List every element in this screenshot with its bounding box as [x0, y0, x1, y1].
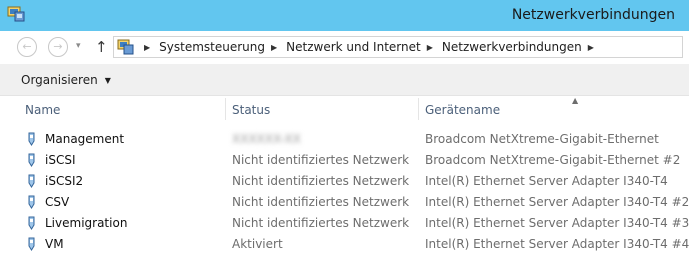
connection-device: Intel(R) Ethernet Server Adapter I340-T4: [425, 174, 668, 188]
sort-ascending-icon: ▲: [572, 96, 579, 105]
column-header-name[interactable]: Name: [25, 96, 60, 122]
connection-status: Aktiviert: [232, 237, 283, 251]
breadcrumb-systemsteuerung[interactable]: Systemsteuerung: [159, 40, 265, 54]
forward-arrow-icon: →: [53, 40, 63, 53]
command-bar: Organisieren ▼: [0, 64, 689, 96]
connection-name: iSCSI2: [45, 174, 84, 188]
chevron-down-icon: ▾: [76, 41, 81, 51]
connection-status: XXXXXX-XX: [232, 132, 301, 146]
connection-name: iSCSI: [45, 153, 76, 167]
list-item[interactable]: CSV Nicht identifiziertes Netzwerk Intel…: [0, 192, 689, 213]
column-header-device[interactable]: Gerätename: [425, 96, 500, 122]
address-bar[interactable]: ▶ Systemsteuerung ▶ Netzwerk und Internet ▶ N…: [113, 36, 683, 58]
back-button[interactable]: ←: [17, 37, 37, 57]
breadcrumb-netzwerkverbindungen[interactable]: Netzwerkverbindungen: [442, 40, 582, 54]
network-connections-icon[interactable]: [7, 6, 25, 22]
connection-name: CSV: [45, 195, 70, 209]
recent-locations-dropdown[interactable]: ▾: [76, 41, 81, 51]
breadcrumb: ▶ Systemsteuerung ▶ Netzwerk und Internet ▶ N…: [138, 37, 603, 57]
connection-device: Intel(R) Ethernet Server Adapter I340-T4…: [425, 195, 689, 209]
connection-status: Nicht identifiziertes Netzwerk: [232, 195, 410, 209]
organize-button[interactable]: Organisieren ▼: [21, 73, 111, 87]
breadcrumb-separator-icon[interactable]: ▶: [427, 38, 433, 58]
chevron-down-icon: ▼: [104, 76, 111, 85]
network-adapter-icon: [28, 216, 35, 230]
connection-device: Broadcom NetXtreme-Gigabit-Ethernet #2: [425, 153, 681, 167]
column-header: Name Status Gerätename ▲: [0, 96, 689, 122]
connection-name: VM: [45, 237, 64, 251]
connection-name: Livemigration: [45, 216, 128, 230]
breadcrumb-separator-icon[interactable]: ▶: [271, 38, 277, 58]
breadcrumb-separator-icon[interactable]: ▶: [588, 38, 594, 58]
connection-name: Management: [45, 132, 125, 146]
navigation-bar: ← → ▾ ↑ ▶ Systemsteuerung ▶ Netzwerk und In…: [0, 31, 689, 64]
forward-button[interactable]: →: [48, 37, 68, 57]
connection-status: Nicht identifiziertes Netzwerk: [232, 216, 410, 230]
connection-device: Intel(R) Ethernet Server Adapter I340-T4…: [425, 237, 689, 251]
list-item[interactable]: iSCSI Nicht identifiziertes Netzwerk Bro…: [0, 150, 689, 171]
column-header-status[interactable]: Status: [232, 96, 270, 122]
list-item[interactable]: Livemigration Nicht identifiziertes Netz…: [0, 213, 689, 234]
up-button[interactable]: ↑: [95, 38, 108, 56]
up-arrow-icon: ↑: [95, 38, 108, 56]
organize-label: Organisieren: [21, 73, 98, 87]
network-adapter-icon: [28, 174, 35, 188]
column-divider[interactable]: [418, 98, 419, 120]
column-divider[interactable]: [225, 98, 226, 120]
network-adapter-icon: [28, 132, 35, 146]
back-arrow-icon: ←: [22, 40, 32, 53]
breadcrumb-separator-icon[interactable]: ▶: [144, 38, 150, 58]
window-title: Netzwerkverbindungen: [511, 7, 675, 23]
connection-device: Broadcom NetXtreme-Gigabit-Ethernet: [425, 132, 659, 146]
title-bar[interactable]: Netzwerkverbindungen: [0, 0, 689, 31]
control-panel-icon: [117, 39, 134, 55]
connection-device: Intel(R) Ethernet Server Adapter I340-T4…: [425, 216, 689, 230]
list-item[interactable]: iSCSI2 Nicht identifiziertes Netzwerk In…: [0, 171, 689, 192]
network-adapter-icon: [28, 153, 35, 167]
connection-status: Nicht identifiziertes Netzwerk: [232, 153, 410, 167]
list-item[interactable]: VM Aktiviert Intel(R) Ethernet Server Ad…: [0, 234, 689, 255]
network-adapter-icon: [28, 237, 35, 251]
connection-status: Nicht identifiziertes Netzwerk: [232, 174, 410, 188]
list-item[interactable]: Management XXXXXX-XX Broadcom NetXtreme-…: [0, 129, 689, 150]
breadcrumb-netzwerk-und-internet[interactable]: Netzwerk und Internet: [286, 40, 421, 54]
network-adapter-icon: [28, 195, 35, 209]
